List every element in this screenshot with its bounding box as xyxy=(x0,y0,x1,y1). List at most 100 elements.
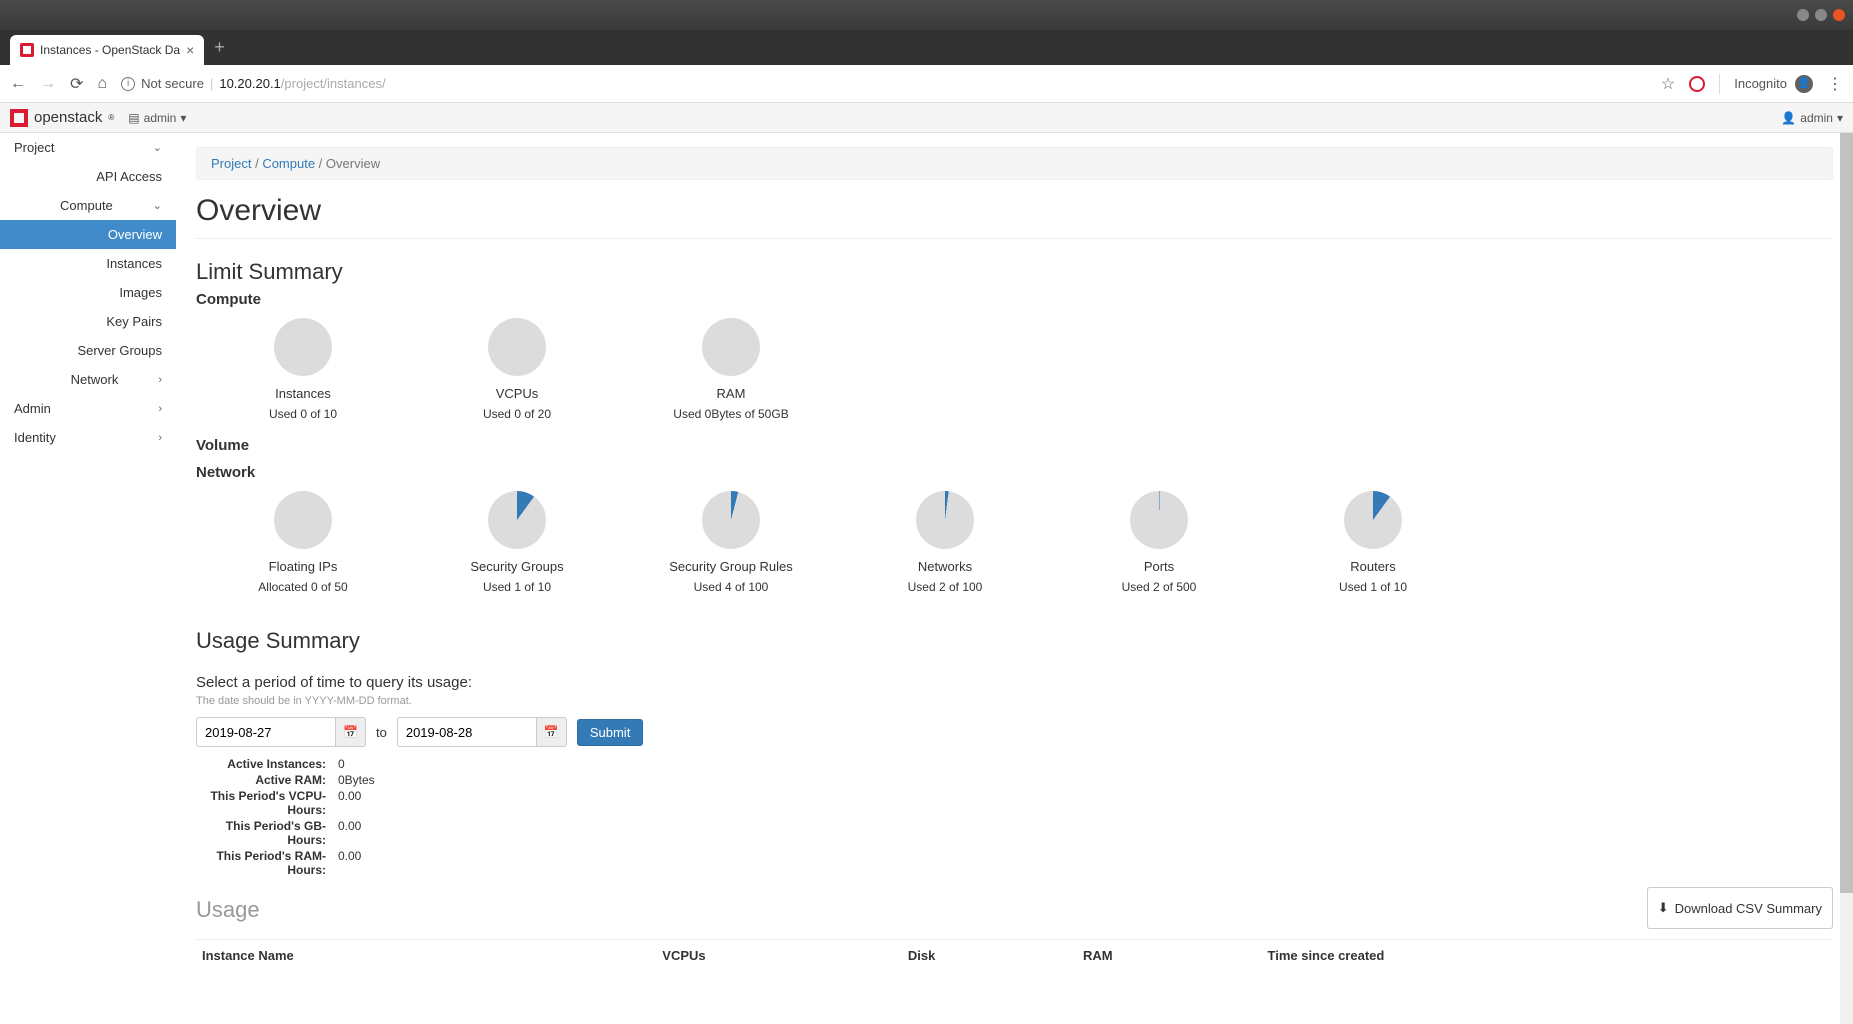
stats-row: This Period's RAM-Hours: 0.00 xyxy=(196,849,1833,877)
table-column-header[interactable]: Time since created xyxy=(1262,940,1834,972)
page-title: Overview xyxy=(196,194,1833,239)
sidebar-item-key-pairs[interactable]: Key Pairs xyxy=(0,307,176,336)
caret-down-icon: ▾ xyxy=(180,111,186,125)
calendar-icon[interactable]: 📅 xyxy=(336,717,366,747)
compute-quota-row: InstancesUsed 0 of 10VCPUsUsed 0 of 20RA… xyxy=(196,318,1833,431)
opera-extension-icon[interactable] xyxy=(1689,76,1705,92)
pie-chart-icon xyxy=(488,318,546,376)
reload-button[interactable]: ⟳ xyxy=(70,74,83,94)
quota-label: Security Group Rules xyxy=(624,559,838,574)
quota-used: Used 2 of 500 xyxy=(1052,580,1266,594)
sidebar-item-network[interactable]: Network › xyxy=(0,365,176,394)
quota-used: Allocated 0 of 50 xyxy=(196,580,410,594)
stats-value: 0 xyxy=(338,757,345,771)
stats-value: 0.00 xyxy=(338,849,361,877)
sidebar-item-project[interactable]: Project ⌄ xyxy=(0,133,176,162)
quota-item: VCPUsUsed 0 of 20 xyxy=(410,318,624,421)
stats-key: This Period's RAM-Hours: xyxy=(196,849,326,877)
pie-chart-icon xyxy=(274,318,332,376)
window-minimize-icon[interactable] xyxy=(1797,9,1809,21)
sidebar-item-overview[interactable]: Overview xyxy=(0,220,176,249)
stats-key: Active RAM: xyxy=(196,773,326,787)
caret-down-icon: ▾ xyxy=(1837,111,1843,125)
stats-row: Active Instances:0 xyxy=(196,757,1833,771)
volume-subheading: Volume xyxy=(196,437,1833,454)
sidebar-item-admin[interactable]: Admin › xyxy=(0,394,176,423)
domain-selector[interactable]: ▤ admin ▾ xyxy=(128,111,186,125)
info-icon[interactable]: i xyxy=(121,77,135,91)
new-tab-button[interactable]: + xyxy=(204,37,235,58)
pie-chart-icon xyxy=(1344,491,1402,549)
home-button[interactable]: ⌂ xyxy=(97,75,107,93)
app-topbar: openstack® ▤ admin ▾ 👤 admin ▾ xyxy=(0,103,1853,133)
sidebar-item-identity[interactable]: Identity › xyxy=(0,423,176,452)
quota-used: Used 4 of 100 xyxy=(624,580,838,594)
quota-label: Security Groups xyxy=(410,559,624,574)
download-csv-button[interactable]: ⬇ Download CSV Summary xyxy=(1647,887,1833,929)
quota-used: Used 0 of 20 xyxy=(410,407,624,421)
pie-chart-icon xyxy=(488,491,546,549)
forward-button[interactable]: → xyxy=(40,75,56,93)
os-window-controls xyxy=(1797,9,1845,21)
chevron-down-icon: ⌄ xyxy=(153,141,162,154)
quota-item: Security Group Rules Used 4 of 100 xyxy=(624,491,838,594)
date-from-input[interactable] xyxy=(196,717,336,747)
breadcrumb-current: Overview xyxy=(326,156,380,171)
quota-item: RoutersUsed 1 of 10 xyxy=(1266,491,1480,594)
quota-label: Routers xyxy=(1266,559,1480,574)
stats-key: This Period's GB-Hours: xyxy=(196,819,326,847)
network-subheading: Network xyxy=(196,464,1833,481)
quota-item: PortsUsed 2 of 500 xyxy=(1052,491,1266,594)
chevron-down-icon: ⌄ xyxy=(153,199,162,212)
back-button[interactable]: ← xyxy=(10,75,26,93)
quota-label: Floating IPs xyxy=(196,559,410,574)
network-quota-row: Floating IPsAllocated 0 of 50Security Gr… xyxy=(196,491,1833,604)
domain-icon: ▤ xyxy=(128,111,139,125)
table-column-header[interactable]: Disk xyxy=(902,940,1077,972)
openstack-favicon-icon xyxy=(20,43,34,57)
submit-button[interactable]: Submit xyxy=(577,719,643,746)
user-menu[interactable]: 👤 admin ▾ xyxy=(1781,111,1843,125)
browser-toolbar: ← → ⟳ ⌂ i Not secure | 10.20.20.1/projec… xyxy=(0,65,1853,103)
table-column-header[interactable]: RAM xyxy=(1077,940,1262,972)
sidebar-item-images[interactable]: Images xyxy=(0,278,176,307)
table-column-header[interactable]: VCPUs xyxy=(656,940,902,972)
download-icon: ⬇ xyxy=(1658,900,1669,916)
limit-summary-heading: Limit Summary xyxy=(196,259,1833,285)
breadcrumb-project[interactable]: Project xyxy=(211,156,251,171)
usage-heading: Usage xyxy=(196,897,1647,923)
sidebar-item-instances[interactable]: Instances xyxy=(0,249,176,278)
sidebar-item-api-access[interactable]: API Access xyxy=(0,162,176,191)
window-close-icon[interactable] xyxy=(1833,9,1845,21)
quota-label: Networks xyxy=(838,559,1052,574)
incognito-icon: 👤 xyxy=(1795,75,1813,93)
calendar-icon[interactable]: 📅 xyxy=(537,717,567,747)
browser-tab[interactable]: Instances - OpenStack Da × xyxy=(10,35,204,65)
sidebar-item-compute[interactable]: Compute ⌄ xyxy=(0,191,176,220)
sidebar-item-server-groups[interactable]: Server Groups xyxy=(0,336,176,365)
chevron-right-icon: › xyxy=(158,403,162,415)
stats-value: 0Bytes xyxy=(338,773,375,787)
address-bar[interactable]: i Not secure | 10.20.20.1/project/instan… xyxy=(121,76,1647,91)
brand[interactable]: openstack® xyxy=(10,109,114,127)
breadcrumb: Project / Compute / Overview xyxy=(196,147,1833,180)
scrollbar-thumb[interactable] xyxy=(1840,133,1853,893)
window-maximize-icon[interactable] xyxy=(1815,9,1827,21)
quota-used: Used 2 of 100 xyxy=(838,580,1052,594)
date-to-input[interactable] xyxy=(397,717,537,747)
table-column-header[interactable]: Instance Name xyxy=(196,940,656,972)
quota-item: RAMUsed 0Bytes of 50GB xyxy=(624,318,838,421)
tab-close-icon[interactable]: × xyxy=(186,42,194,58)
usage-stats: Active Instances:0 Active RAM: 0Bytes This … xyxy=(196,757,1833,877)
breadcrumb-compute[interactable]: Compute xyxy=(262,156,315,171)
browser-tabbar: Instances - OpenStack Da × + xyxy=(0,30,1853,65)
pie-chart-icon xyxy=(274,491,332,549)
quota-label: RAM xyxy=(624,386,838,401)
bookmark-star-icon[interactable]: ☆ xyxy=(1661,74,1675,94)
to-label: to xyxy=(376,725,387,740)
scrollbar[interactable] xyxy=(1840,133,1853,1024)
date-row: 📅 to 📅 Submit xyxy=(196,717,1833,747)
stats-key: This Period's VCPU-Hours: xyxy=(196,789,326,817)
stats-row: This Period's VCPU-Hours:0.00 xyxy=(196,789,1833,817)
browser-menu-button[interactable]: ⋮ xyxy=(1827,74,1843,94)
